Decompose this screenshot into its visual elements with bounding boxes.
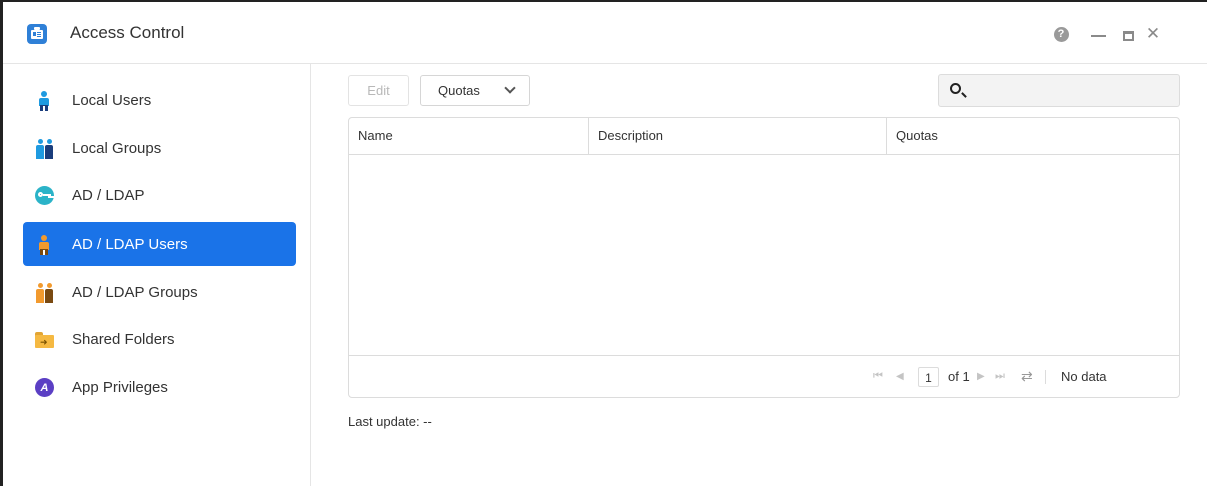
last-update-text: Last update: -- (348, 414, 432, 429)
table-header: Name Description Quotas (349, 118, 1179, 155)
maximize-icon[interactable] (1118, 24, 1138, 44)
ldap-user-icon (35, 235, 54, 255)
sidebar-item-local-users[interactable]: Local Users (23, 78, 296, 122)
chevron-down-icon (504, 82, 516, 94)
search-icon[interactable] (950, 83, 961, 94)
sidebar-item-label: Shared Folders (72, 331, 175, 348)
previous-page-icon[interactable]: ◀ (896, 356, 904, 397)
column-header-description[interactable]: Description (589, 118, 887, 154)
sidebar-item-app-privileges[interactable]: A App Privileges (23, 365, 296, 409)
users-table: Name Description Quotas ⏮ ◀ 1 of 1 ▶ ⏭ ⇄… (348, 117, 1180, 398)
search-box (938, 74, 1180, 108)
edit-button[interactable]: Edit (348, 75, 409, 106)
sidebar-item-ad-ldap[interactable]: AD / LDAP (23, 173, 296, 217)
sidebar-item-label: Local Groups (72, 140, 162, 157)
sidebar-item-label: Local Users (72, 92, 152, 109)
sidebar-item-label: AD / LDAP (72, 187, 145, 204)
quotas-dropdown-button[interactable]: Quotas (420, 75, 530, 106)
minimize-icon[interactable] (1088, 24, 1108, 44)
sidebar-item-ad-ldap-groups[interactable]: AD / LDAP Groups (23, 270, 296, 314)
access-control-window: Access Control ? ✕ Local Users Local Gro… (0, 0, 1207, 486)
ldap-key-icon (35, 186, 54, 205)
pagination-status: No data (1061, 369, 1107, 384)
next-page-icon[interactable]: ▶ (977, 356, 985, 397)
quotas-label: Quotas (438, 83, 480, 98)
sidebar-item-label: AD / LDAP Groups (72, 284, 198, 301)
local-user-icon (35, 91, 54, 111)
last-page-icon[interactable]: ⏭ (995, 356, 1005, 397)
pagination-bar: ⏮ ◀ 1 of 1 ▶ ⏭ ⇄ No data (349, 355, 1179, 397)
title-bar: Access Control ? ✕ (3, 2, 1207, 64)
ldap-group-icon (35, 283, 54, 303)
page-count: of 1 (948, 369, 970, 384)
page-number-input[interactable]: 1 (918, 356, 939, 397)
sidebar-item-local-groups[interactable]: Local Groups (23, 126, 296, 170)
sidebar-item-label: AD / LDAP Users (72, 236, 188, 253)
pagination-divider (1045, 370, 1046, 384)
column-header-name[interactable]: Name (349, 118, 589, 154)
app-privileges-icon: A (35, 378, 54, 397)
refresh-icon[interactable]: ⇄ (1021, 356, 1033, 397)
close-icon[interactable]: ✕ (1143, 24, 1163, 44)
sidebar: Local Users Local Groups AD / LDAP AD / … (3, 64, 311, 486)
main-panel: Edit Quotas Name Description Quotas ⏮ ◀ … (312, 64, 1207, 486)
sidebar-item-label: App Privileges (72, 379, 168, 396)
window-title: Access Control (70, 23, 185, 42)
local-group-icon (35, 139, 54, 159)
help-icon[interactable]: ? (1052, 24, 1070, 44)
sidebar-item-shared-folders[interactable]: ➜ Shared Folders (23, 317, 296, 361)
shared-folder-icon: ➜ (35, 330, 54, 349)
first-page-icon[interactable]: ⏮ (873, 356, 883, 397)
search-input[interactable] (971, 75, 1175, 108)
access-control-app-icon (27, 24, 47, 44)
column-header-quotas[interactable]: Quotas (887, 118, 1179, 154)
sidebar-item-ad-ldap-users[interactable]: AD / LDAP Users (23, 222, 296, 266)
